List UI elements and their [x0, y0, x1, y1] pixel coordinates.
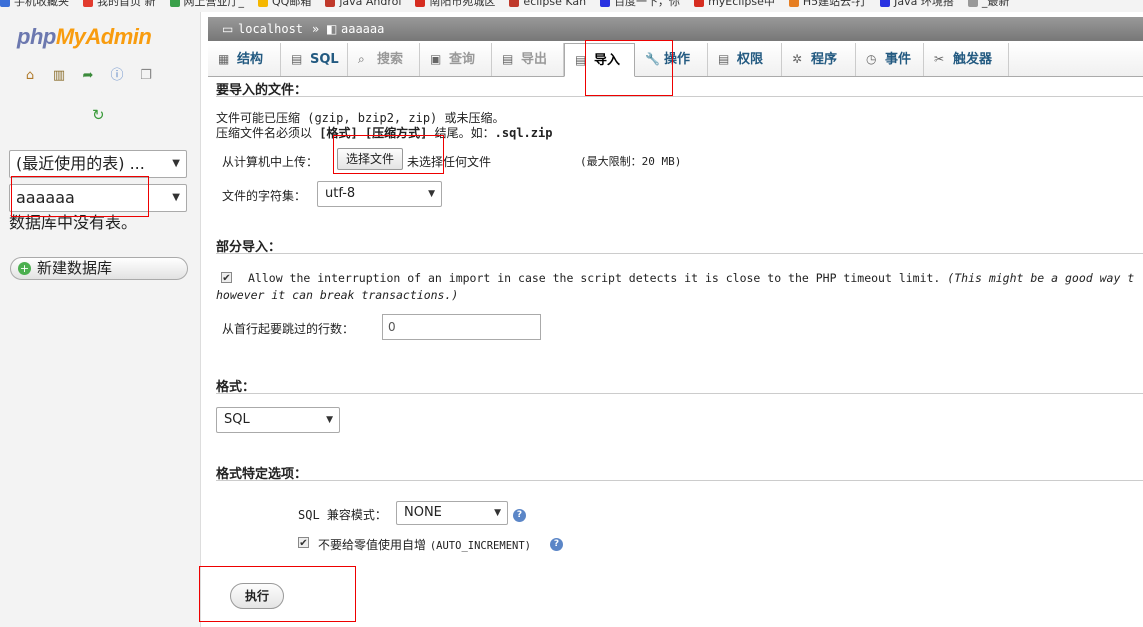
allow-interrupt-label: Allow the interruption of an import in c… — [248, 271, 1135, 285]
bookmark-icon — [0, 0, 10, 7]
filename-note: 压缩文件名必须以 [格式] [压缩方式] 结尾。如：.sql.zip — [216, 126, 553, 140]
copy-icon[interactable]: ❐ — [138, 68, 154, 84]
bookmark-icon — [509, 0, 520, 7]
tab-import[interactable]: ▤ 导入 — [564, 43, 635, 77]
tab-events[interactable]: ◷ 事件 — [856, 43, 924, 76]
bookmark-icon — [169, 0, 180, 7]
chevron-down-icon: ▼ — [494, 508, 501, 518]
help-icon[interactable]: ? — [513, 509, 526, 522]
charset-select[interactable]: utf-8 ▼ — [317, 181, 442, 207]
new-database-button[interactable]: + 新建数据库 — [10, 257, 188, 280]
sql-icon: ▤ — [291, 52, 303, 66]
bookmark-item[interactable]: 网上营业厅_ — [169, 0, 244, 7]
bookmark-icon — [880, 0, 891, 7]
help-icon[interactable]: ? — [550, 538, 563, 551]
divider — [216, 253, 1143, 254]
events-icon: ◷ — [866, 52, 877, 66]
bookmark-icon — [600, 0, 611, 7]
bookmark-item[interactable]: Java 环境搭 — [880, 0, 954, 7]
tab-query: ▣ 查询 — [420, 43, 492, 76]
routines-icon: ✲ — [792, 52, 803, 66]
home-icon[interactable]: ⌂ — [22, 68, 38, 84]
bookmark-icon — [415, 0, 426, 7]
tab-export: ▤ 导出 — [492, 43, 564, 76]
upload-label: 从计算机中上传： — [222, 155, 319, 169]
no-file-chosen: 未选择任何文件 — [407, 155, 492, 169]
import-icon: ▤ — [575, 53, 587, 67]
tab-triggers[interactable]: ✂ 触发器 — [924, 43, 1009, 76]
bookmark-item[interactable]: 我的首页 新 — [83, 0, 156, 7]
no-auto-increment-checkbox[interactable]: ✔ — [298, 537, 309, 549]
bookmark-item[interactable]: H5建站云-打 — [788, 0, 866, 7]
skip-rows-input[interactable]: 0 — [382, 314, 541, 340]
triggers-icon: ✂ — [934, 52, 945, 66]
database-select[interactable]: aaaaaa ▼ — [9, 184, 187, 212]
chevron-down-icon: ▼ — [428, 189, 435, 199]
charset-label: 文件的字符集： — [222, 189, 307, 203]
bookmark-icon — [788, 0, 799, 7]
tab-privileges[interactable]: ▤ 权限 — [708, 43, 782, 76]
docs-icon[interactable]: ⓘ — [109, 68, 125, 84]
bookmark-item[interactable]: myEclipse中 — [694, 0, 775, 7]
choose-file-button[interactable]: 选择文件 — [337, 148, 403, 170]
breadcrumb-server[interactable]: localhost — [238, 17, 303, 41]
query-window-icon[interactable]: ➦ — [80, 68, 96, 84]
bookmark-item[interactable]: QQ邮箱 — [258, 0, 311, 7]
query-icon: ▣ — [430, 52, 442, 66]
tab-routines[interactable]: ✲ 程序 — [782, 43, 856, 76]
sql-compat-select[interactable]: NONE ▼ — [396, 501, 508, 525]
bookmark-icon — [83, 0, 93, 7]
bookmark-icon — [967, 0, 978, 7]
search-icon: ⌕ — [358, 52, 365, 66]
divider — [216, 96, 1143, 97]
divider — [216, 393, 1143, 394]
no-tables-message: 数据库中没有表。 — [9, 213, 138, 232]
bookmark-item[interactable]: 南阳市宛城区 — [415, 0, 495, 7]
reload-icon[interactable]: ↻ — [92, 106, 105, 124]
chevron-down-icon: ▼ — [172, 192, 180, 203]
navigation-sidebar: phpMyAdmin ⌂ ▥ ➦ ⓘ ❐ ↻ (最近使用的表) ... ▼ aaaaaa ▼… — [0, 12, 201, 627]
bookmark-icon — [694, 0, 705, 7]
main-tabs: ▦ 结构 ▤ SQL ⌕ 搜索 ▣ 查询 ▤ 导出 ▤ 导入 🔧 操作 ▤ 权限 ✲ 程序 ◷ 事件 ✂ 触发器 — [208, 43, 1143, 77]
allow-interrupt-checkbox[interactable]: ✔ — [221, 272, 232, 284]
bookmark-icon — [325, 0, 336, 7]
tab-sql[interactable]: ▤ SQL — [281, 43, 348, 76]
chevron-down-icon: ▼ — [326, 415, 333, 425]
bookmark-item[interactable]: java Androi — [325, 0, 401, 7]
bookmark-icon — [258, 0, 268, 7]
sidebar-icon-row: ⌂ ▥ ➦ ⓘ ❐ — [22, 68, 172, 84]
structure-icon: ▦ — [218, 52, 230, 66]
exit-icon[interactable]: ▥ — [51, 68, 67, 84]
database-icon: ◧ — [326, 22, 338, 36]
tab-search: ⌕ 搜索 — [348, 43, 420, 76]
divider — [216, 480, 1143, 481]
bookmark-item[interactable]: eclipse Kan — [509, 0, 586, 7]
chevron-down-icon: ▼ — [172, 158, 180, 169]
max-size-limit: (最大限制：20 MB) — [580, 155, 682, 168]
bookmarks-bar: 手机收藏夹 我的首页 新 网上营业厅_ QQ邮箱 java Androi 南阳市宛城区 ec… — [0, 0, 1143, 12]
allow-interrupt-note: however it can break transactions.) — [216, 288, 459, 302]
server-icon: ▭ — [222, 22, 234, 36]
export-icon: ▤ — [502, 52, 514, 66]
go-button[interactable]: 执行 — [230, 583, 284, 609]
privileges-icon: ▤ — [718, 52, 730, 66]
breadcrumb: ▭ localhost » ◧ aaaaaa — [208, 17, 1143, 41]
plus-icon: + — [18, 262, 31, 275]
wrench-icon: 🔧 — [645, 52, 660, 66]
format-select[interactable]: SQL ▼ — [216, 407, 340, 433]
breadcrumb-database[interactable]: aaaaaa — [341, 17, 384, 41]
skip-rows-label: 从首行起要跳过的行数： — [222, 322, 355, 336]
bookmark-item[interactable]: _最新 — [967, 0, 1009, 7]
no-auto-increment-label: 不要给零值使用自增 (AUTO_INCREMENT) — [318, 538, 531, 552]
tab-wrench[interactable]: 🔧 操作 — [635, 43, 708, 76]
bookmark-item[interactable]: 百度一下，你 — [600, 0, 680, 7]
phpmyadmin-logo[interactable]: phpMyAdmin — [17, 24, 152, 50]
tab-structure[interactable]: ▦ 结构 — [208, 43, 281, 76]
bookmark-item[interactable]: 手机收藏夹 — [0, 0, 69, 7]
sql-compat-label: SQL 兼容模式： — [298, 508, 387, 522]
recent-tables-select[interactable]: (最近使用的表) ... ▼ — [9, 150, 187, 178]
